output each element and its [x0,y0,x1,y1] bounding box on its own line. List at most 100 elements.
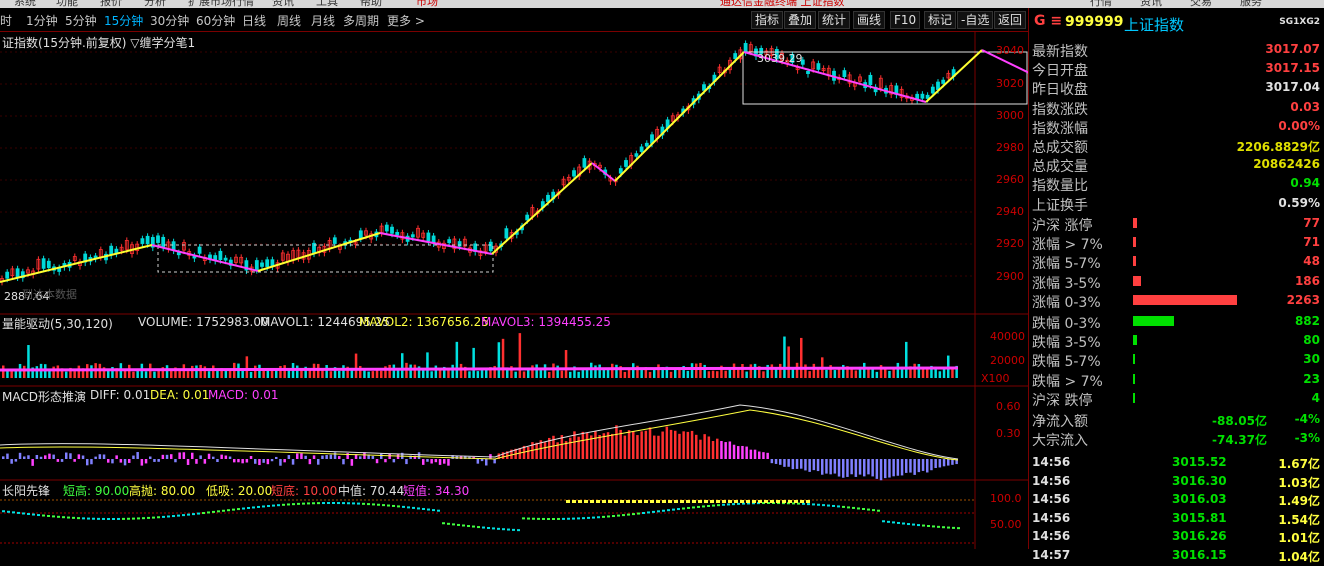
cy-dot [157,516,160,519]
menu-system[interactable]: 系统 [14,0,36,8]
cy-signal [608,500,612,503]
volume-bar [724,370,727,378]
menu-tools[interactable]: 工具 [316,0,338,8]
chart-area[interactable]: 证指数(15分钟.前复权) ▽缠学分笔1 3039.29 2887.64 到达本… [0,32,1028,549]
menu-quote[interactable]: 报价 [100,0,122,8]
flow-percent: -4% [1294,412,1320,426]
cy-dot [682,507,685,510]
cy-dot [7,510,10,513]
period-tab-30min[interactable]: 30分钟 [150,12,189,29]
macd-bar [417,452,421,459]
tick-amount: 1.03亿 [1278,475,1320,490]
breadth-label: 涨幅 0-3% [1032,294,1101,311]
menu-quote-right[interactable]: 行情 [1090,0,1112,8]
tool-f10-button[interactable]: F10 [890,11,921,29]
cy-dot [867,508,870,511]
period-tab-monthly[interactable]: 月线 [311,12,335,29]
macd-bar [275,456,278,459]
macd-bar [485,459,488,466]
period-tab-time[interactable]: 时 [0,12,12,29]
period-tab-daily[interactable]: 日线 [242,12,266,29]
period-tab-1min[interactable]: 1分钟 [26,12,58,29]
tool-mark-button[interactable]: 标记 [924,11,957,29]
macd-bar [405,459,408,465]
macd-bar [711,441,715,459]
stock-g-icon[interactable]: G ≡ [1034,13,1062,29]
period-tab-more[interactable]: 更多 > [387,12,425,29]
breadth-row: 涨幅 3-5% 186 [1032,273,1322,292]
up-stroke [257,232,381,272]
menu-news[interactable]: 资讯 [272,0,294,8]
period-tab-15min[interactable]: 15分钟 [104,12,143,29]
menu-extended-market[interactable]: 扩展市场行情 [188,0,254,8]
tool-draw-button[interactable]: 画线 [853,11,886,29]
volume-bar [795,362,799,378]
volume-bar [258,364,261,378]
tool-back-button[interactable]: 返回 [994,11,1027,29]
macd-bar [800,459,803,469]
menu-analysis[interactable]: 分析 [144,0,166,8]
volume-bar [522,371,526,378]
up-stroke [491,162,593,255]
macd-bar [350,459,354,466]
macd-bar [745,446,748,459]
cy-dot [722,503,725,506]
menu-news-right[interactable]: 资讯 [1140,0,1162,8]
menu-trade-right[interactable]: 交易 [1190,0,1212,8]
cy-dot [657,510,660,513]
breadth-row: 跌幅 3-5% 80 [1032,332,1322,351]
flow-row: 净流入额 -88.05亿 -4% [1032,411,1322,430]
macd-bar [111,459,114,464]
candle-body [270,259,275,267]
tool-stats-button[interactable]: 统计 [818,11,851,29]
macd-bar [480,459,484,462]
period-tab-multi[interactable]: 多周期 [343,12,379,29]
volume-bar [518,333,522,378]
tick-row: 14:56 3016.03 1.49亿 [1032,492,1322,510]
macd-bar [900,459,904,476]
cy-dot [297,502,300,505]
macd-bar [766,452,769,459]
macd-bar [758,451,761,459]
volume-bar [812,363,816,378]
tool-indicator-button[interactable]: 指标 [751,11,784,29]
macd-bar [254,459,257,464]
period-tab-weekly[interactable]: 周线 [277,12,301,29]
period-tab-5min[interactable]: 5分钟 [65,12,97,29]
candle-body [868,74,873,86]
volume-bar [703,364,706,378]
macd-bar [657,435,660,459]
breadth-bar [1133,275,1142,286]
candle-body [941,79,946,84]
cy-dot [22,512,25,515]
menu-service-right[interactable]: 服务 [1240,0,1262,8]
volume-bar [312,363,316,378]
candle-body [15,268,20,278]
cy-dot [512,528,515,531]
chart-title: 证指数(15分钟.前复权) ▽缠学分笔1 [2,36,196,50]
cy-dot [287,503,290,506]
menu-help[interactable]: 帮助 [360,0,382,8]
cy-dot [272,504,275,507]
volume-bar [938,371,942,378]
period-tab-60min[interactable]: 60分钟 [196,12,235,29]
macd-bar [65,452,68,459]
volume-bar [354,353,358,378]
cy-dot [897,521,900,524]
volume-bar [606,369,610,378]
cy-dot [167,515,170,518]
tool-watchlist-button[interactable]: -自选 [957,11,994,29]
cy-signal [686,500,690,503]
tool-overlay-button[interactable]: 叠加 [784,11,817,29]
menu-function[interactable]: 功能 [56,0,78,8]
candle-body [488,241,493,252]
macd-bar [875,459,879,479]
chart-canvas[interactable] [0,32,1028,549]
cy-dot [922,524,925,527]
candle-body [46,260,51,269]
volume-bar [854,370,858,378]
menu-market[interactable]: 市场 [416,0,438,8]
cy-dot [172,515,175,518]
cy-dot [832,504,835,507]
cy-dot [547,517,550,520]
